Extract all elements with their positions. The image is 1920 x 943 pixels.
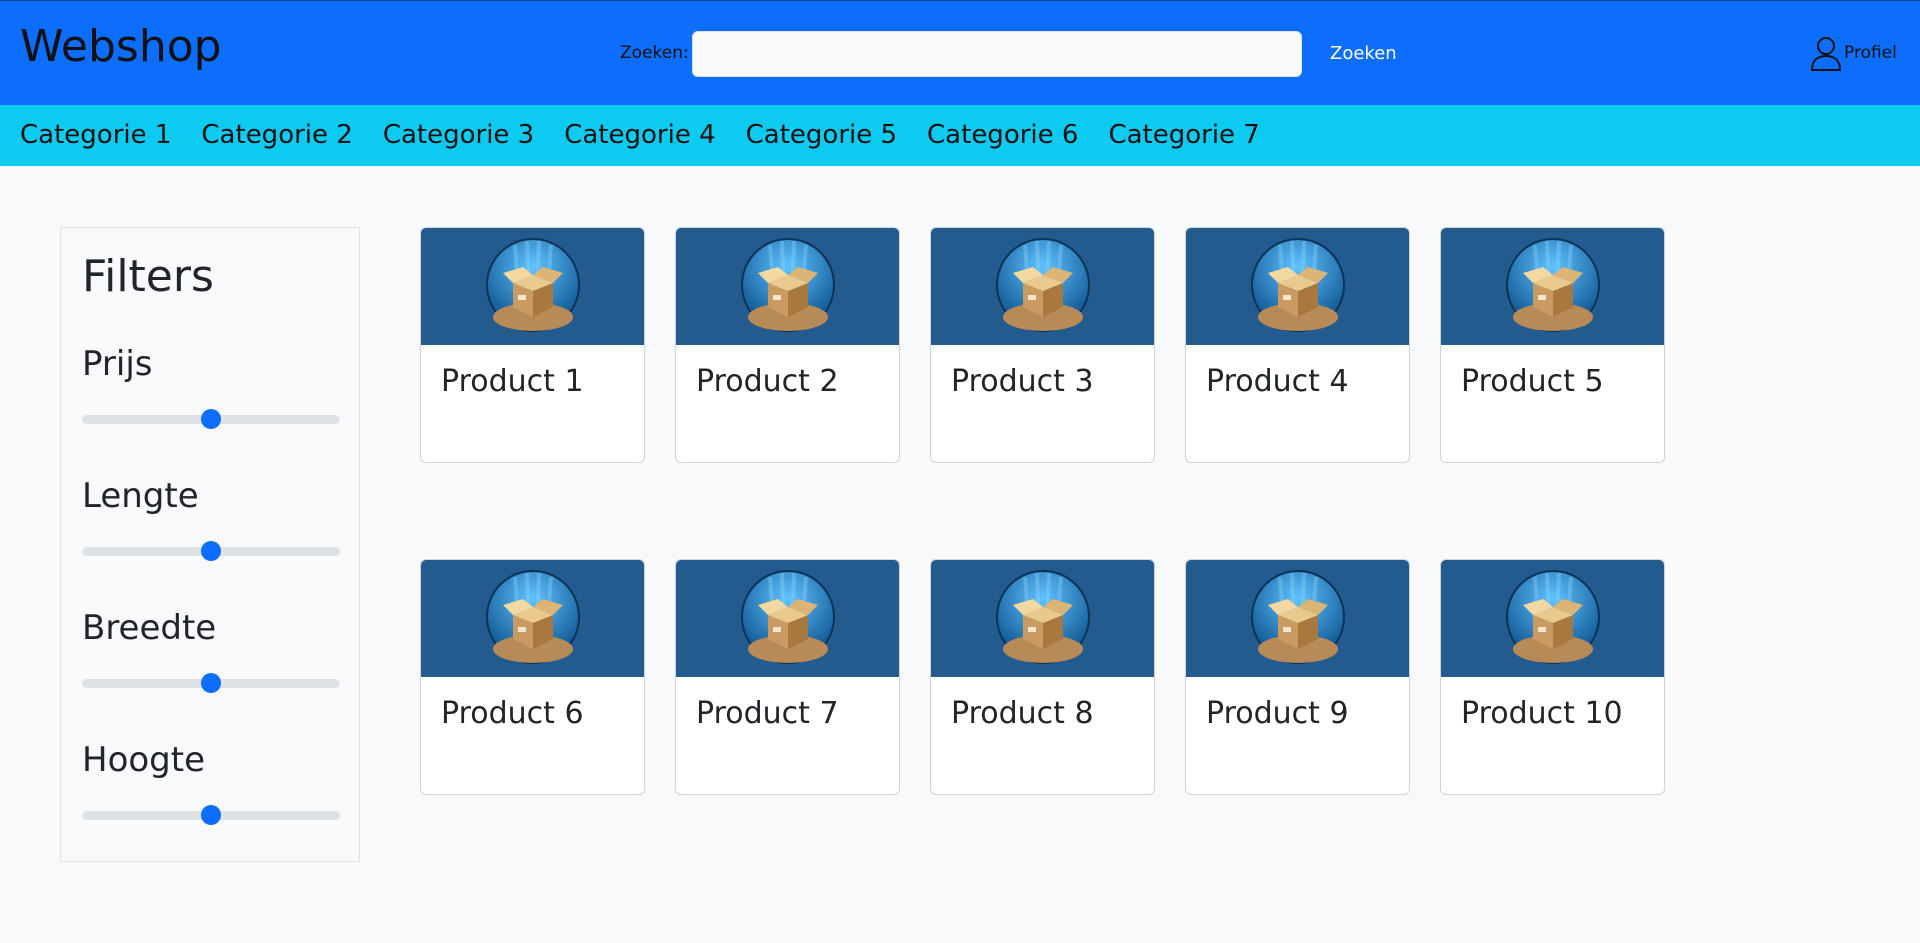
product-image[interactable] bbox=[1186, 228, 1409, 345]
product-image[interactable] bbox=[1186, 560, 1409, 677]
product-title[interactable]: Product 2 bbox=[696, 363, 839, 401]
product-card[interactable]: Product 2 bbox=[675, 227, 900, 463]
product-card[interactable]: Product 1 bbox=[420, 227, 645, 463]
category-list: Categorie 1 Categorie 2 Categorie 3 Categor… bbox=[20, 105, 1290, 166]
search-button[interactable]: Zoeken bbox=[1316, 31, 1411, 77]
open-box-icon bbox=[995, 569, 1091, 669]
top-header: Webshop Zoeken: Zoeken Profiel bbox=[0, 0, 1920, 105]
filter-label: Lengte bbox=[82, 476, 199, 516]
filter-group-hoogte: Hoogte bbox=[82, 739, 340, 849]
product-card[interactable]: Product 3 bbox=[930, 227, 1155, 463]
profile-label: Profiel bbox=[1844, 43, 1897, 63]
product-title[interactable]: Product 4 bbox=[1206, 363, 1349, 401]
product-image[interactable] bbox=[1441, 560, 1664, 677]
range-slider-lengte[interactable] bbox=[82, 541, 340, 561]
person-icon bbox=[1810, 35, 1842, 71]
product-image[interactable] bbox=[931, 560, 1154, 677]
open-box-icon bbox=[995, 237, 1091, 337]
search-label: Zoeken: bbox=[620, 43, 689, 63]
filters-title: Filters bbox=[82, 251, 214, 302]
open-box-icon bbox=[1505, 237, 1601, 337]
product-card[interactable]: Product 9 bbox=[1185, 559, 1410, 795]
category-item-2[interactable]: Categorie 2 bbox=[201, 105, 352, 166]
filter-label: Breedte bbox=[82, 608, 217, 648]
open-box-icon bbox=[485, 237, 581, 337]
filter-group-lengte: Lengte bbox=[82, 475, 340, 585]
profile-link[interactable]: Profiel bbox=[1810, 35, 1897, 71]
product-image[interactable] bbox=[1441, 228, 1664, 345]
open-box-icon bbox=[485, 569, 581, 669]
category-item-5[interactable]: Categorie 5 bbox=[746, 105, 897, 166]
brand-logo[interactable]: Webshop bbox=[20, 19, 222, 75]
range-slider-hoogte[interactable] bbox=[82, 805, 340, 825]
product-card[interactable]: Product 10 bbox=[1440, 559, 1665, 795]
open-box-icon bbox=[1250, 237, 1346, 337]
category-item-4[interactable]: Categorie 4 bbox=[564, 105, 715, 166]
filter-group-prijs: Prijs bbox=[82, 343, 340, 453]
product-image[interactable] bbox=[676, 560, 899, 677]
product-card[interactable]: Product 8 bbox=[930, 559, 1155, 795]
product-card[interactable]: Product 6 bbox=[420, 559, 645, 795]
slider-thumb[interactable] bbox=[201, 541, 221, 561]
filter-group-breedte: Breedte bbox=[82, 607, 340, 717]
product-title[interactable]: Product 10 bbox=[1461, 695, 1623, 733]
product-image[interactable] bbox=[421, 228, 644, 345]
open-box-icon bbox=[1250, 569, 1346, 669]
product-image[interactable] bbox=[931, 228, 1154, 345]
product-title[interactable]: Product 1 bbox=[441, 363, 584, 401]
filter-label: Prijs bbox=[82, 344, 153, 384]
product-title[interactable]: Product 9 bbox=[1206, 695, 1349, 733]
category-item-1[interactable]: Categorie 1 bbox=[20, 105, 171, 166]
category-bar: Categorie 1 Categorie 2 Categorie 3 Categor… bbox=[0, 105, 1920, 166]
product-title[interactable]: Product 6 bbox=[441, 695, 584, 733]
product-card[interactable]: Product 4 bbox=[1185, 227, 1410, 463]
product-title[interactable]: Product 7 bbox=[696, 695, 839, 733]
product-card[interactable]: Product 7 bbox=[675, 559, 900, 795]
category-item-3[interactable]: Categorie 3 bbox=[383, 105, 534, 166]
filter-label: Hoogte bbox=[82, 740, 206, 780]
category-item-6[interactable]: Categorie 6 bbox=[927, 105, 1078, 166]
product-image[interactable] bbox=[676, 228, 899, 345]
product-title[interactable]: Product 8 bbox=[951, 695, 1094, 733]
range-slider-prijs[interactable] bbox=[82, 409, 340, 429]
product-card[interactable]: Product 5 bbox=[1440, 227, 1665, 463]
slider-thumb[interactable] bbox=[201, 805, 221, 825]
slider-thumb[interactable] bbox=[201, 409, 221, 429]
product-title[interactable]: Product 5 bbox=[1461, 363, 1604, 401]
slider-thumb[interactable] bbox=[201, 673, 221, 693]
open-box-icon bbox=[740, 237, 836, 337]
open-box-icon bbox=[740, 569, 836, 669]
product-title[interactable]: Product 3 bbox=[951, 363, 1094, 401]
open-box-icon bbox=[1505, 569, 1601, 669]
filters-panel: Filters Prijs Lengte Breedte Hoogte bbox=[60, 227, 360, 862]
category-item-7[interactable]: Categorie 7 bbox=[1108, 105, 1259, 166]
range-slider-breedte[interactable] bbox=[82, 673, 340, 693]
search-input[interactable] bbox=[692, 31, 1302, 77]
product-image[interactable] bbox=[421, 560, 644, 677]
